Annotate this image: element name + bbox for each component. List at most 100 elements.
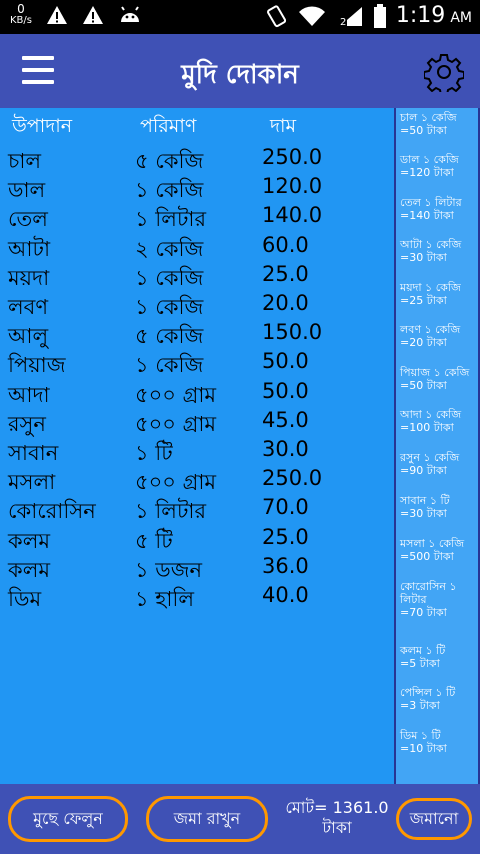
price-list-item-name: পিয়াজ ১ কেজি (400, 366, 470, 379)
bottom-bar: মুছে ফেলুন জমা রাখুন মোট= 1361.0 টাকা জম… (0, 784, 480, 854)
price-list-item-name: সাবান ১ টি (400, 494, 450, 507)
price-list-item-price: =70 টাকা (400, 606, 447, 619)
table-row[interactable]: তেল ১ লিটার 140.0 (0, 203, 394, 232)
android-icon (121, 6, 139, 22)
svg-text:2: 2 (340, 17, 346, 27)
table-header: উপাদান পরিমাণ দাম (0, 112, 394, 141)
warning-icon (83, 6, 103, 24)
total-value: মোট= 1361.0 (285, 798, 389, 817)
price-list-item-price: =50 টাকা (400, 124, 447, 137)
table-row[interactable]: রসুন ৫০০ গ্রাম 45.0 (0, 408, 394, 437)
price-list-item[interactable]: ডাল ১ কেজি =120 টাকা (400, 153, 476, 179)
price-list-item-price: =50 টাকা (400, 379, 447, 392)
warning-icon (47, 6, 67, 24)
table-row[interactable]: আটা ২ কেজি 60.0 (0, 233, 394, 262)
cell-price: 50.0 (262, 378, 309, 403)
price-list-item[interactable]: কোরোসিন ১ লিটার =70 টাকা (400, 580, 476, 619)
table-row[interactable]: আলু ৫ কেজি 150.0 (0, 320, 394, 349)
cell-price: 50.0 (262, 349, 309, 374)
network-speed: 0 KB/s (10, 2, 32, 26)
price-list-item[interactable]: মসলা ১ কেজি =500 টাকা (400, 537, 476, 563)
table-row[interactable]: মসলা ৫০০ গ্রাম 250.0 (0, 466, 394, 495)
network-speed-unit: KB/s (10, 15, 32, 26)
signal-icon: 2 (338, 6, 362, 27)
price-list-item[interactable]: পেন্সিল ১ টি =3 টাকা (400, 686, 476, 712)
price-list-item-name: রসুন ১ কেজি (400, 451, 460, 464)
cell-item: ডিম (8, 587, 42, 611)
saved-button[interactable]: জমানো (396, 798, 472, 840)
save-button[interactable]: জমা রাখুন (146, 796, 268, 842)
clock-ampm: AM (450, 10, 472, 26)
price-list-item[interactable]: আটা ১ কেজি =30 টাকা (400, 238, 476, 264)
header-price: দাম (270, 115, 297, 137)
header-item: উপাদান (12, 115, 73, 137)
cell-price: 250.0 (262, 466, 323, 491)
table-row[interactable]: আদা ৫০০ গ্রাম 50.0 (0, 379, 394, 408)
price-list-item[interactable]: ময়দা ১ কেজি =25 টাকা (400, 281, 476, 307)
price-list-item[interactable]: রসুন ১ কেজি =90 টাকা (400, 451, 476, 477)
price-list-item-name: আদা ১ কেজি (400, 408, 462, 421)
page-title: মুদি দোকান (181, 60, 299, 90)
total-amount: মোট= 1361.0 টাকা (282, 798, 392, 838)
cell-price: 25.0 (262, 261, 309, 286)
table-row[interactable]: কলম ১ ডজন 36.0 (0, 554, 394, 583)
price-list-item[interactable]: পিয়াজ ১ কেজি =50 টাকা (400, 366, 476, 392)
price-list-item-price: =120 টাকা (400, 166, 454, 179)
table-row[interactable]: চাল ৫ কেজি 250.0 (0, 145, 394, 174)
price-list-item[interactable]: লবণ ১ কেজি =20 টাকা (400, 323, 476, 349)
table-row[interactable]: কোরোসিন ১ লিটার 70.0 (0, 495, 394, 524)
table-row[interactable]: লবণ ১ কেজি 20.0 (0, 291, 394, 320)
price-list-item[interactable]: কলম ১ টি =5 টাকা (400, 644, 476, 670)
price-list-item-price: =500 টাকা (400, 550, 454, 563)
price-list-item-price: =30 টাকা (400, 507, 447, 520)
status-left: 0 KB/s (10, 2, 142, 26)
price-list-item-name: চাল ১ কেজি (400, 111, 457, 124)
cell-price: 140.0 (262, 203, 323, 228)
price-list-item-name: পেন্সিল ১ টি (400, 686, 456, 699)
app-bar: মুদি দোকান (0, 34, 480, 108)
table-row[interactable]: ময়দা ১ কেজি 25.0 (0, 262, 394, 291)
network-speed-value: 0 (17, 2, 25, 16)
status-bar: 0 KB/s 2 1:19 AM (0, 0, 480, 34)
cell-price: 36.0 (262, 553, 309, 578)
price-list-item-name: ডাল ১ কেজি (400, 153, 459, 166)
table-row[interactable]: কলম ৫ টি 25.0 (0, 525, 394, 554)
status-right: 2 1:19 AM (266, 3, 472, 28)
price-list-item-price: =10 টাকা (400, 742, 447, 755)
price-list[interactable]: চাল ১ কেজি =50 টাকা ডাল ১ কেজি =120 টাকা তেল… (396, 108, 478, 784)
price-list-item-name: ময়দা ১ কেজি (400, 281, 461, 294)
cell-quantity: ১ হালি (135, 587, 195, 611)
price-list-item-price: =30 টাকা (400, 251, 447, 264)
wifi-icon (298, 5, 325, 26)
table-row[interactable]: পিয়াজ ১ কেজি 50.0 (0, 349, 394, 378)
cell-price: 25.0 (262, 524, 309, 549)
cell-price: 30.0 (262, 437, 309, 461)
price-list-item-price: =3 টাকা (400, 699, 440, 712)
price-list-item-price: =100 টাকা (400, 421, 454, 434)
cell-price: 70.0 (262, 495, 309, 520)
cell-price: 45.0 (262, 407, 309, 432)
cell-price: 40.0 (262, 583, 309, 607)
cell-price: 60.0 (262, 232, 309, 257)
price-list-item[interactable]: চাল ১ কেজি =50 টাকা (400, 111, 476, 137)
cell-price: 150.0 (262, 320, 323, 345)
price-list-item[interactable]: ডিম ১ টি =10 টাকা (400, 729, 476, 755)
price-list-item-name: তেল ১ লিটার (400, 196, 462, 209)
item-table: উপাদান পরিমাণ দাম চাল ৫ কেজি 250.0 ডাল ১ কেজ… (0, 108, 394, 784)
price-list-item-price: =90 টাকা (400, 464, 447, 477)
table-row[interactable]: ডাল ১ কেজি 120.0 (0, 174, 394, 203)
clear-button[interactable]: মুছে ফেলুন (8, 796, 128, 842)
price-list-item-price: =140 টাকা (400, 209, 454, 222)
gear-icon[interactable] (424, 52, 464, 92)
price-list-item[interactable]: আদা ১ কেজি =100 টাকা (400, 408, 476, 434)
price-list-item-name: আটা ১ কেজি (400, 238, 462, 251)
price-list-item[interactable]: তেল ১ লিটার =140 টাকা (400, 196, 476, 222)
cell-price: 250.0 (262, 145, 323, 169)
cell-price: 20.0 (262, 291, 309, 315)
table-row[interactable]: ডিম ১ হালি 40.0 (0, 583, 394, 612)
price-list-item[interactable]: সাবান ১ টি =30 টাকা (400, 494, 476, 520)
table-row[interactable]: সাবান ১ টি 30.0 (0, 437, 394, 466)
status-clock: 1:19 AM (396, 3, 472, 28)
price-list-item-price: =5 টাকা (400, 657, 440, 670)
total-currency: টাকা (322, 818, 352, 837)
